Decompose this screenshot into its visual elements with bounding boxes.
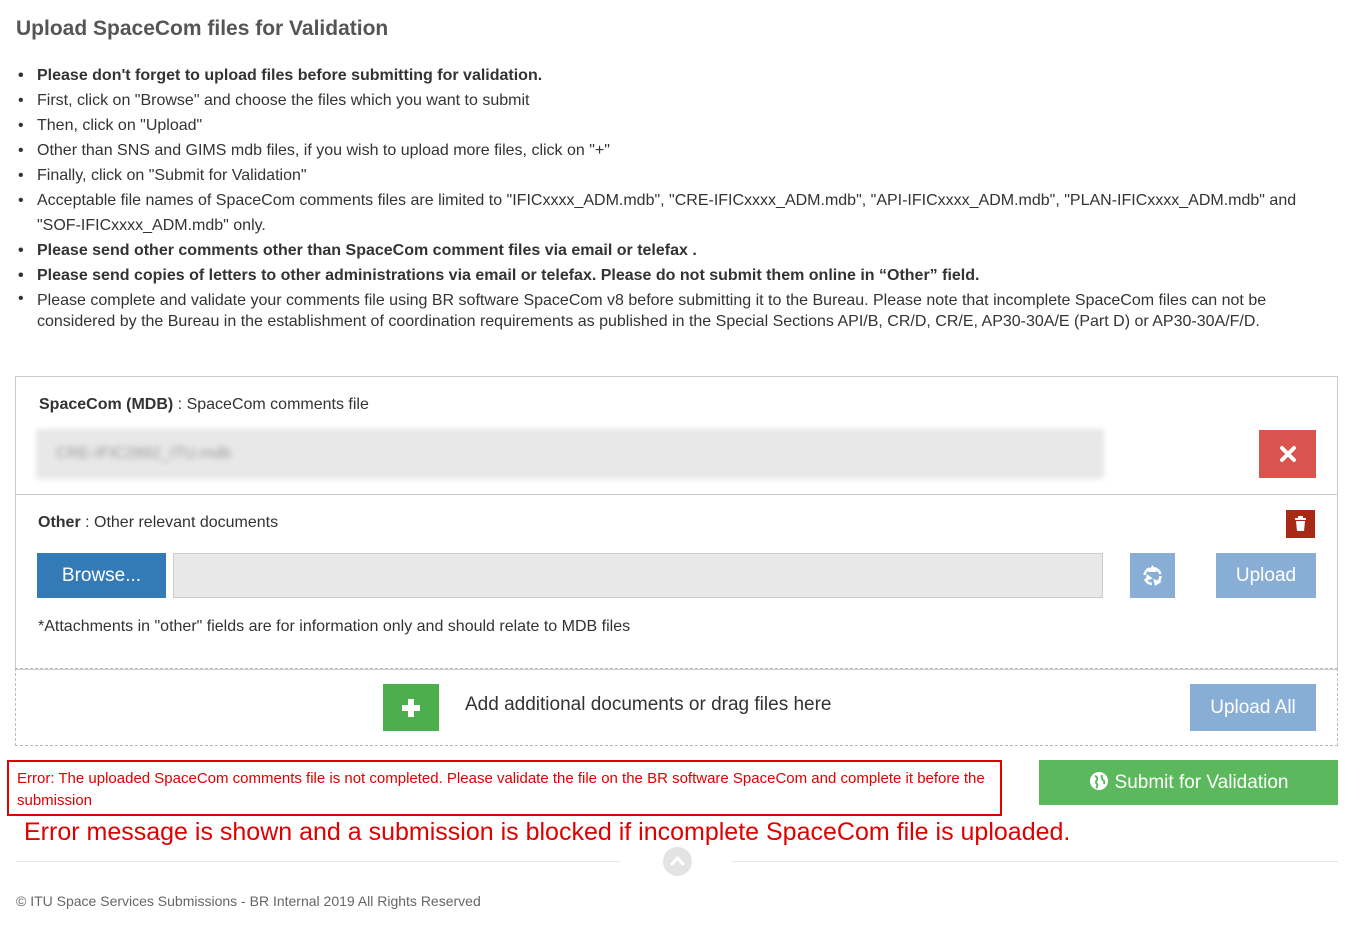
- recycle-icon: [1143, 565, 1162, 586]
- drop-zone[interactable]: Add additional documents or drag files h…: [15, 668, 1338, 746]
- other-label-description: : Other relevant documents: [80, 514, 279, 531]
- close-icon: [1279, 446, 1296, 462]
- globe-icon: [1089, 763, 1109, 808]
- instruction-item: Finally, click on "Submit for Validation…: [16, 163, 1316, 188]
- instructions-list: Please don't forget to upload files befo…: [16, 63, 1316, 332]
- upload-all-button[interactable]: Upload All: [1190, 684, 1316, 731]
- other-section: Other : Other relevant documents Browse.…: [16, 495, 1337, 671]
- delete-section-button[interactable]: [1286, 510, 1315, 538]
- copyright-text: © ITU Space Services Submissions - BR In…: [16, 893, 481, 909]
- instruction-item: Acceptable file names of SpaceCom commen…: [16, 188, 1316, 238]
- error-message: Error: The uploaded SpaceCom comments fi…: [7, 760, 1002, 816]
- remove-file-button[interactable]: [1259, 430, 1316, 478]
- other-section-label: Other : Other relevant documents: [38, 514, 278, 532]
- scroll-to-top-button[interactable]: [663, 847, 692, 876]
- mdb-section: SpaceCom (MDB) : SpaceCom comments file …: [16, 377, 1337, 495]
- mdb-label-description: : SpaceCom comments file: [173, 396, 369, 413]
- browse-button[interactable]: Browse...: [37, 553, 166, 598]
- submit-validation-button[interactable]: Submit for Validation: [1039, 760, 1338, 805]
- upload-button[interactable]: Upload: [1216, 553, 1316, 598]
- other-file-field[interactable]: [173, 553, 1103, 598]
- instruction-item: Please send copies of letters to other a…: [16, 263, 1316, 288]
- mdb-section-label: SpaceCom (MDB) : SpaceCom comments file: [39, 396, 369, 414]
- refresh-button[interactable]: [1130, 553, 1175, 598]
- upload-form: SpaceCom (MDB) : SpaceCom comments file …: [15, 376, 1338, 670]
- other-label-title: Other: [38, 514, 81, 531]
- instruction-item: Other than SNS and GIMS mdb files, if yo…: [16, 138, 1316, 163]
- attachments-note: *Attachments in "other" fields are for i…: [38, 618, 631, 635]
- annotation-caption: Error message is shown and a submission …: [24, 818, 1071, 846]
- instruction-item: First, click on "Browse" and choose the …: [16, 88, 1316, 113]
- mdb-label-title: SpaceCom (MDB): [39, 396, 174, 413]
- submit-validation-label: Submit for Validation: [1114, 772, 1289, 793]
- instruction-item: Please send other comments other than Sp…: [16, 238, 1316, 263]
- add-document-button[interactable]: [383, 684, 439, 731]
- page-title: Upload SpaceCom files for Validation: [16, 17, 389, 40]
- trash-icon: [1295, 516, 1306, 531]
- chevron-up-icon: [670, 855, 685, 866]
- footer-divider: [732, 861, 1338, 862]
- footer-divider: [16, 861, 620, 862]
- drop-zone-text: Add additional documents or drag files h…: [465, 694, 832, 715]
- instruction-item: Please complete and validate your commen…: [16, 288, 1316, 332]
- plus-icon: [402, 699, 420, 717]
- instruction-item: Please don't forget to upload files befo…: [16, 63, 1316, 88]
- instruction-item: Then, click on "Upload": [16, 113, 1316, 138]
- mdb-file-field: CRE-IFIC2892_ITU.mdb: [37, 430, 1103, 478]
